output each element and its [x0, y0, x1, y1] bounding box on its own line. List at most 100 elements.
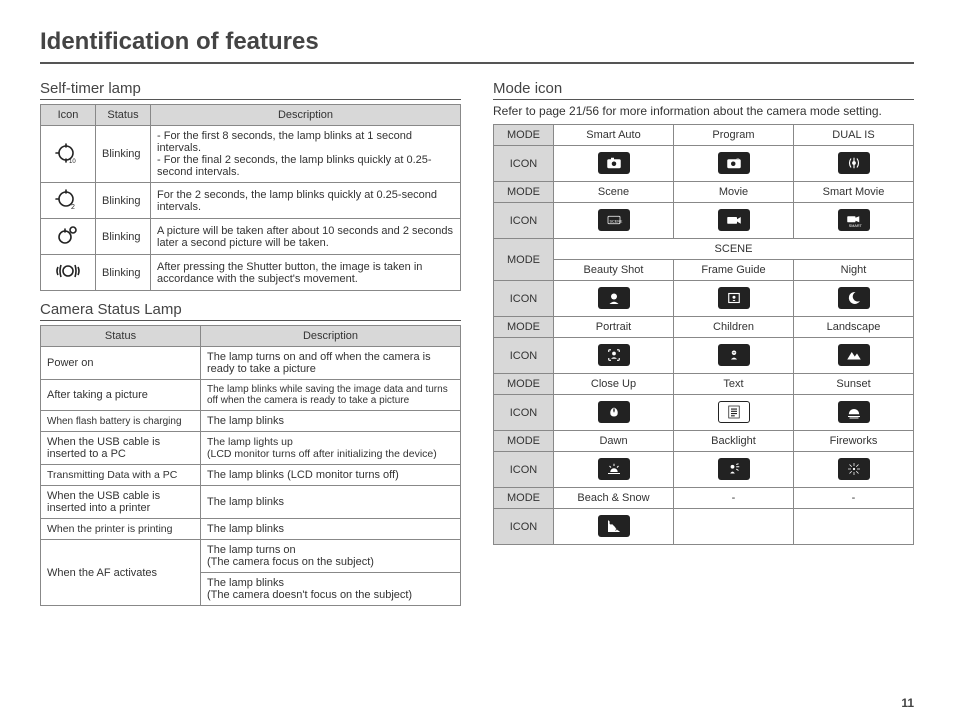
- mode-name: Fireworks: [794, 431, 914, 452]
- mode-name: -: [674, 488, 794, 509]
- table-row: When the USB cable is inserted to a PCTh…: [41, 432, 461, 465]
- cell-desc: For the 2 seconds, the lamp blinks quick…: [151, 183, 461, 219]
- mode-table: MODE Smart Auto Program DUAL IS ICON P M…: [493, 124, 914, 545]
- backlight-icon: [718, 458, 750, 480]
- modeicon-heading: Mode icon: [493, 80, 914, 100]
- cell-status: Blinking: [96, 183, 151, 219]
- mode-name: DUAL IS: [794, 125, 914, 146]
- row-label-icon: ICON: [494, 395, 554, 431]
- cell-status: After taking a picture: [41, 380, 201, 411]
- cell-desc: The lamp blinks while saving the image d…: [201, 380, 461, 411]
- row-label-icon: ICON: [494, 452, 554, 488]
- mode-name: Backlight: [674, 431, 794, 452]
- table-row: Blinking A picture will be taken after a…: [41, 219, 461, 255]
- mode-name: Dawn: [554, 431, 674, 452]
- table-row: When the USB cable is inserted into a pr…: [41, 486, 461, 519]
- cell-desc: The lamp blinks (LCD monitor turns off): [201, 465, 461, 486]
- table-row: When the printer is printingThe lamp bli…: [41, 519, 461, 540]
- cell-desc: The lamp blinks: [201, 486, 461, 519]
- movie-icon: [718, 209, 750, 231]
- refer-text: Refer to page 21/56 for more information…: [493, 104, 914, 118]
- table-row: 10 Blinking - For the first 8 seconds, t…: [41, 126, 461, 183]
- row-label-mode: MODE: [494, 182, 554, 203]
- row-label-mode: MODE: [494, 239, 554, 281]
- mode-name: Movie: [674, 182, 794, 203]
- smart-auto-icon: [598, 152, 630, 174]
- statuslamp-heading: Camera Status Lamp: [40, 301, 461, 321]
- frame-guide-icon: [718, 287, 750, 309]
- night-icon: [838, 287, 870, 309]
- table-row: When the AF activates The lamp turns on …: [41, 540, 461, 573]
- cell-status: When flash battery is charging: [41, 411, 201, 432]
- landscape-icon: [838, 344, 870, 366]
- th-icon: Icon: [41, 105, 96, 126]
- cell-desc: The lamp blinks (The camera doesn't focu…: [201, 573, 461, 606]
- cell-desc: The lamp blinks: [201, 519, 461, 540]
- fireworks-icon: [838, 458, 870, 480]
- mode-name: Text: [674, 374, 794, 395]
- mode-name: Night: [794, 260, 914, 281]
- row-label-icon: ICON: [494, 281, 554, 317]
- cell-status: When the USB cable is inserted to a PC: [41, 432, 201, 465]
- cell-desc: - For the first 8 seconds, the lamp blin…: [151, 126, 461, 183]
- dawn-icon: [598, 458, 630, 480]
- mode-name: -: [794, 488, 914, 509]
- cell-status: When the AF activates: [41, 540, 201, 606]
- mode-name: Landscape: [794, 317, 914, 338]
- row-label-icon: ICON: [494, 338, 554, 374]
- th-desc: Description: [151, 105, 461, 126]
- mode-name: Smart Auto: [554, 125, 674, 146]
- timer-double-icon: [53, 223, 83, 247]
- children-icon: [718, 344, 750, 366]
- mode-name: Sunset: [794, 374, 914, 395]
- mode-name: Smart Movie: [794, 182, 914, 203]
- beauty-shot-icon: [598, 287, 630, 309]
- scene-header: SCENE: [554, 239, 914, 260]
- cell-status: Blinking: [96, 255, 151, 291]
- mode-name: Beauty Shot: [554, 260, 674, 281]
- dual-is-icon: [838, 152, 870, 174]
- right-column: Mode icon Refer to page 21/56 for more i…: [493, 74, 914, 606]
- svg-text:P: P: [736, 158, 740, 164]
- row-label-icon: ICON: [494, 203, 554, 239]
- svg-text:2: 2: [71, 204, 75, 211]
- mode-name: Close Up: [554, 374, 674, 395]
- cell-desc: After pressing the Shutter button, the i…: [151, 255, 461, 291]
- sunset-icon: [838, 401, 870, 423]
- timer-2-icon: 2: [53, 187, 83, 211]
- cell-desc: A picture will be taken after about 10 s…: [151, 219, 461, 255]
- row-label-mode: MODE: [494, 374, 554, 395]
- beach-snow-icon: [598, 515, 630, 537]
- cell-status: When the USB cable is inserted into a pr…: [41, 486, 201, 519]
- left-column: Self-timer lamp Icon Status Description …: [40, 74, 461, 606]
- text-icon: [718, 401, 750, 423]
- cell-status: Blinking: [96, 126, 151, 183]
- row-label-mode: MODE: [494, 431, 554, 452]
- row-label-icon: ICON: [494, 146, 554, 182]
- cell-desc: The lamp turns on and off when the camer…: [201, 347, 461, 380]
- mode-name: Beach & Snow: [554, 488, 674, 509]
- mode-name: Children: [674, 317, 794, 338]
- th-status: Status: [96, 105, 151, 126]
- row-label-mode: MODE: [494, 317, 554, 338]
- row-label-icon: ICON: [494, 509, 554, 545]
- cell-status: When the printer is printing: [41, 519, 201, 540]
- page-title: Identification of features: [40, 28, 914, 64]
- page-number: 11: [901, 696, 914, 710]
- table-row: Blinking After pressing the Shutter butt…: [41, 255, 461, 291]
- table-row: When flash battery is chargingThe lamp b…: [41, 411, 461, 432]
- svg-text:SCENE: SCENE: [609, 219, 622, 223]
- close-up-icon: [598, 401, 630, 423]
- smart-movie-icon: SMART: [838, 209, 870, 231]
- table-row: After taking a pictureThe lamp blinks wh…: [41, 380, 461, 411]
- statuslamp-table: Status Description Power onThe lamp turn…: [40, 325, 461, 606]
- th-status: Status: [41, 326, 201, 347]
- th-desc: Description: [201, 326, 461, 347]
- selftimer-table: Icon Status Description 10 Blinking - Fo…: [40, 104, 461, 291]
- selftimer-heading: Self-timer lamp: [40, 80, 461, 100]
- cell-desc: The lamp turns on (The camera focus on t…: [201, 540, 461, 573]
- portrait-icon: [598, 344, 630, 366]
- mode-name: Frame Guide: [674, 260, 794, 281]
- cell-desc: The lamp blinks: [201, 411, 461, 432]
- motion-timer-icon: [53, 259, 83, 283]
